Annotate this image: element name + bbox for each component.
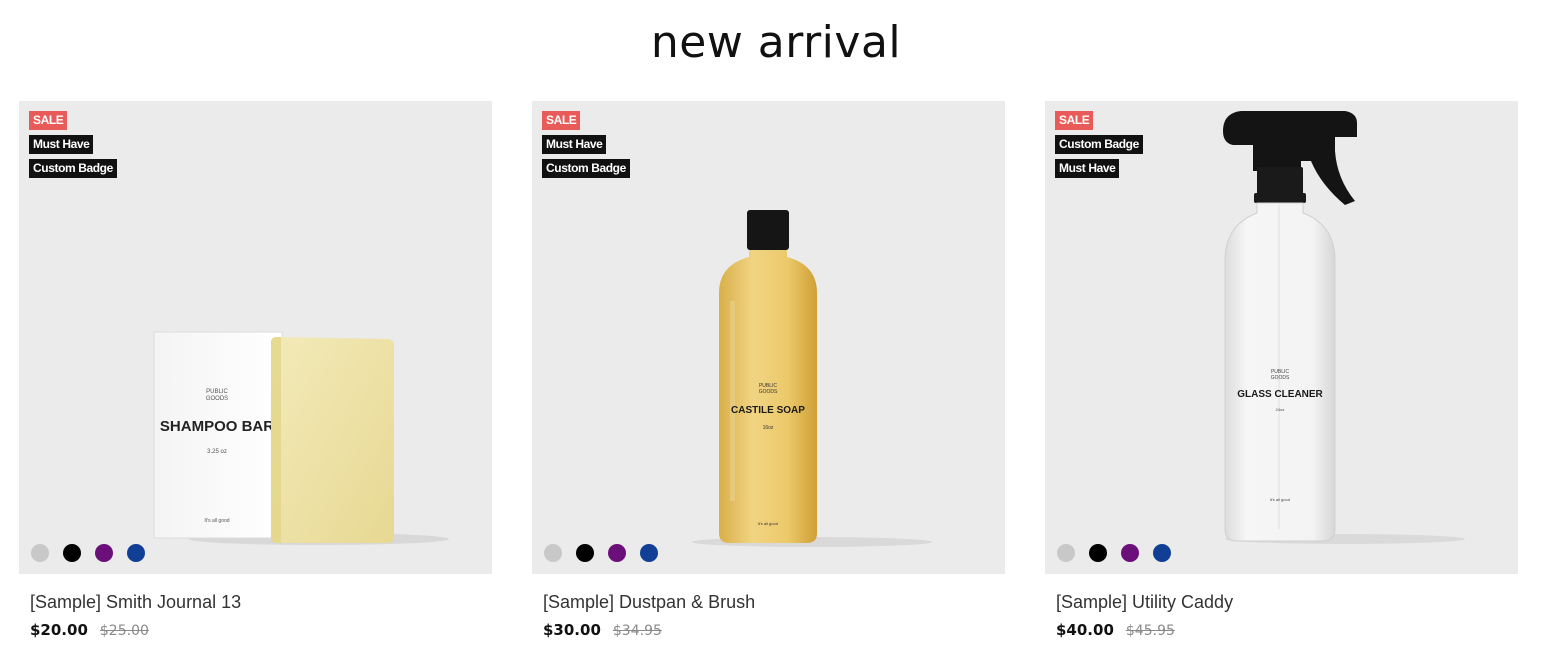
product-title-link[interactable]: [Sample] Dustpan & Brush (543, 592, 1005, 613)
svg-text:SHAMPOO BAR: SHAMPOO BAR (160, 418, 274, 435)
section-title: new arrival (650, 17, 902, 68)
sale-price: $20.00 (30, 621, 88, 639)
product-badge: Must Have (1055, 159, 1120, 178)
color-swatch-blue[interactable] (640, 544, 658, 562)
original-price: $25.00 (99, 623, 149, 639)
svg-text:GLASS CLEANER: GLASS CLEANER (1237, 389, 1323, 400)
svg-text:It's all good: It's all good (204, 518, 229, 524)
color-swatch-black[interactable] (63, 544, 81, 562)
sale-badge: SALE (542, 111, 581, 130)
svg-text:CASTILE SOAP: CASTILE SOAP (731, 405, 805, 416)
badge-group: SALE Must Have Custom Badge (29, 111, 117, 178)
svg-text:it's all good: it's all good (758, 521, 778, 526)
color-swatch-blue[interactable] (127, 544, 145, 562)
svg-text:GOODS: GOODS (1271, 375, 1290, 381)
color-swatch-purple[interactable] (608, 544, 626, 562)
color-swatch-gray[interactable] (544, 544, 562, 562)
original-price: $45.95 (1125, 623, 1175, 639)
svg-text:24oz: 24oz (1276, 407, 1285, 412)
product-badge: Must Have (542, 135, 607, 154)
product-image-link[interactable]: PUBLIC GOODS SHAMPOO BAR 3.25 oz It's al… (19, 101, 492, 574)
svg-text:GOODS: GOODS (759, 389, 778, 395)
color-swatch-purple[interactable] (1121, 544, 1139, 562)
color-swatch-gray[interactable] (31, 544, 49, 562)
color-swatch-purple[interactable] (95, 544, 113, 562)
svg-text:it's all good: it's all good (1270, 497, 1290, 502)
svg-text:3.25 oz: 3.25 oz (207, 449, 227, 455)
original-price: $34.95 (612, 623, 662, 639)
price-row: $30.00 $34.95 (543, 621, 1005, 639)
color-swatches (31, 544, 145, 562)
product-title-link[interactable]: [Sample] Utility Caddy (1056, 592, 1518, 613)
color-swatch-black[interactable] (576, 544, 594, 562)
product-badge: Custom Badge (542, 159, 630, 178)
sale-price: $40.00 (1056, 621, 1114, 639)
color-swatch-blue[interactable] (1153, 544, 1171, 562)
sale-badge: SALE (29, 111, 68, 130)
sale-badge: SALE (1055, 111, 1094, 130)
product-badge: Custom Badge (1055, 135, 1143, 154)
product-badge: Must Have (29, 135, 94, 154)
badge-group: SALE Must Have Custom Badge (542, 111, 630, 178)
color-swatch-black[interactable] (1089, 544, 1107, 562)
product-badge: Custom Badge (29, 159, 117, 178)
color-swatch-gray[interactable] (1057, 544, 1075, 562)
color-swatches (1057, 544, 1171, 562)
svg-text:16oz: 16oz (763, 425, 774, 431)
color-swatches (544, 544, 658, 562)
price-row: $40.00 $45.95 (1056, 621, 1518, 639)
product-title-link[interactable]: [Sample] Smith Journal 13 (30, 592, 492, 613)
product-image-link[interactable]: PUBLIC GOODS GLASS CLEANER 24oz it's all… (1045, 101, 1518, 574)
price-row: $20.00 $25.00 (30, 621, 492, 639)
product-card: PUBLIC GOODS CASTILE SOAP 16oz it's all … (532, 101, 1005, 639)
svg-text:GOODS: GOODS (206, 396, 228, 402)
badge-group: SALE Custom Badge Must Have (1055, 111, 1143, 178)
product-card: PUBLIC GOODS SHAMPOO BAR 3.25 oz It's al… (19, 101, 492, 639)
svg-text:PUBLIC: PUBLIC (206, 389, 228, 395)
product-card: PUBLIC GOODS GLASS CLEANER 24oz it's all… (1045, 101, 1518, 639)
sale-price: $30.00 (543, 621, 601, 639)
product-image-link[interactable]: PUBLIC GOODS CASTILE SOAP 16oz it's all … (532, 101, 1005, 574)
